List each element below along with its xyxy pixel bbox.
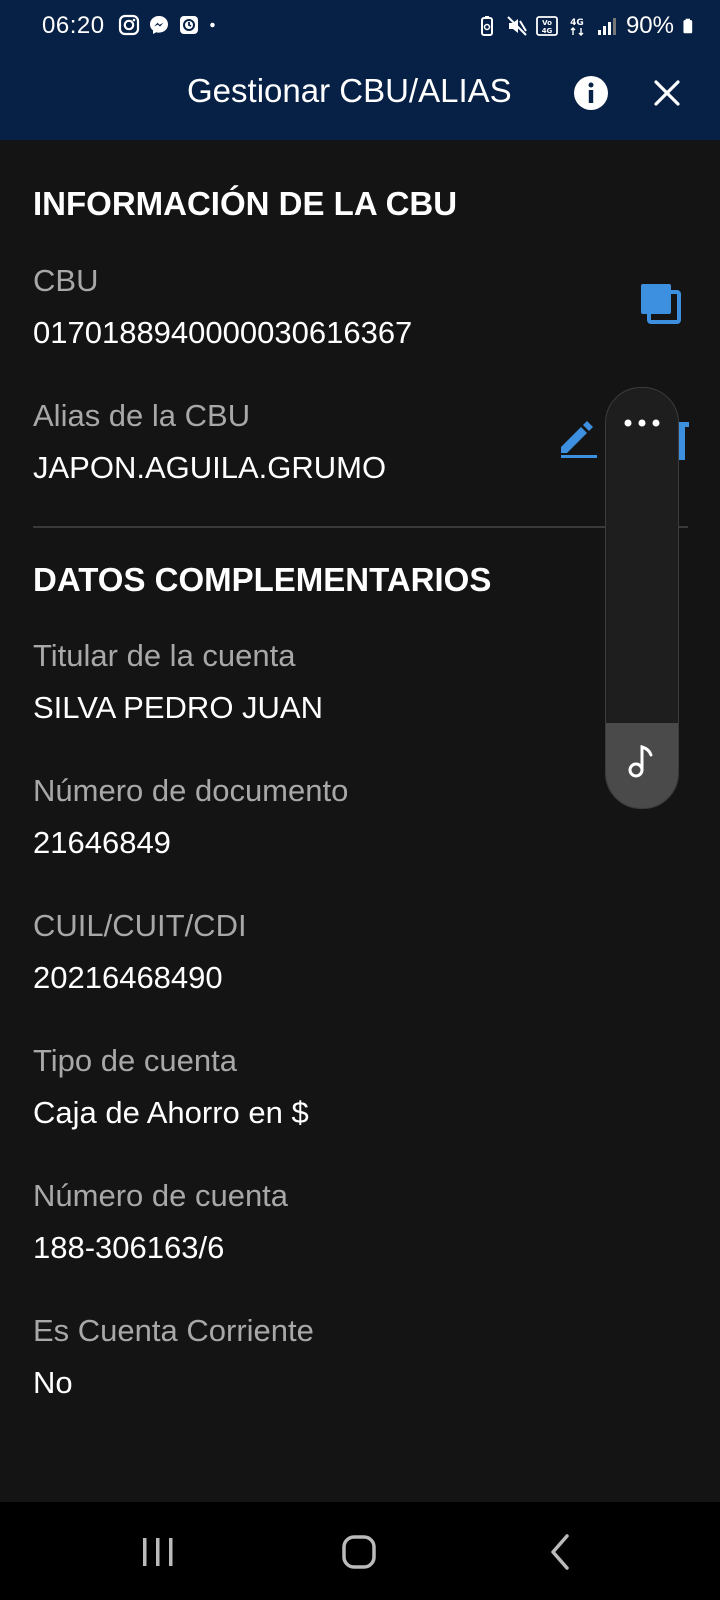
system-nav-bar <box>0 1502 720 1600</box>
back-icon[interactable] <box>541 1532 581 1572</box>
field-label: Número de cuenta <box>33 1178 289 1213</box>
field-label: CUIL/CUIT/CDI <box>33 908 247 943</box>
notification-icons <box>118 14 222 36</box>
recents-icon[interactable] <box>138 1532 178 1572</box>
svg-text:4G: 4G <box>570 18 584 28</box>
4g-icon: 4G <box>570 18 584 36</box>
mute-icon <box>507 16 527 36</box>
dot-icon <box>210 22 215 28</box>
field-label: Número de documento <box>33 773 349 808</box>
page-title: Gestionar CBU/ALIAS <box>187 72 512 109</box>
svg-text:Vo: Vo <box>542 19 552 27</box>
complementary-section-title: DATOS COMPLEMENTARIOS <box>33 561 492 598</box>
volte-icon: Vo 4G <box>536 16 558 36</box>
cbu-section-title: INFORMACIÓN DE LA CBU <box>33 185 458 222</box>
status-time: 06:20 <box>42 12 105 39</box>
cbu-label: CBU <box>33 263 99 298</box>
instagram-icon <box>118 14 140 36</box>
more-dots-icon[interactable] <box>622 418 662 428</box>
field-label: Tipo de cuenta <box>33 1043 237 1078</box>
system-status-icons: Vo 4G 4G 90% <box>476 12 698 40</box>
field-value: SILVA PEDRO JUAN <box>33 690 323 725</box>
battery-saver-icon <box>480 16 493 36</box>
edit-icon[interactable] <box>555 415 599 459</box>
alias-value: JAPON.AGUILA.GRUMO <box>33 450 387 485</box>
floating-side-panel[interactable] <box>605 387 679 809</box>
field-value: 20216468490 <box>33 960 223 995</box>
info-icon[interactable] <box>573 75 609 111</box>
field-value: 21646849 <box>33 825 171 860</box>
battery-icon <box>683 18 693 34</box>
alias-label: Alias de la CBU <box>33 398 251 433</box>
floating-panel-body <box>606 388 678 723</box>
battery-percent: 90% <box>625 12 674 39</box>
messenger-icon <box>150 16 168 34</box>
clock-app-icon <box>180 16 198 34</box>
field-value: No <box>33 1365 73 1400</box>
signal-icon <box>597 18 616 35</box>
field-value: 188-306163/6 <box>33 1230 225 1265</box>
field-label: Es Cuenta Corriente <box>33 1313 314 1348</box>
status-bar: 06:20 Vo 4G 4G 90% <box>0 0 720 56</box>
cbu-value: 0170188940000030616367 <box>33 315 413 350</box>
home-icon[interactable] <box>339 1532 379 1572</box>
close-icon[interactable] <box>650 76 684 110</box>
field-value: Caja de Ahorro en $ <box>33 1095 309 1130</box>
app-header: 06:20 Vo 4G 4G 90% Gestionar CBU/ALIAS <box>0 0 720 140</box>
field-label: Titular de la cuenta <box>33 638 296 673</box>
music-note-icon[interactable] <box>627 743 657 779</box>
copy-icon[interactable] <box>639 282 683 326</box>
svg-text:4G: 4G <box>542 27 553 35</box>
section-divider <box>33 526 688 528</box>
